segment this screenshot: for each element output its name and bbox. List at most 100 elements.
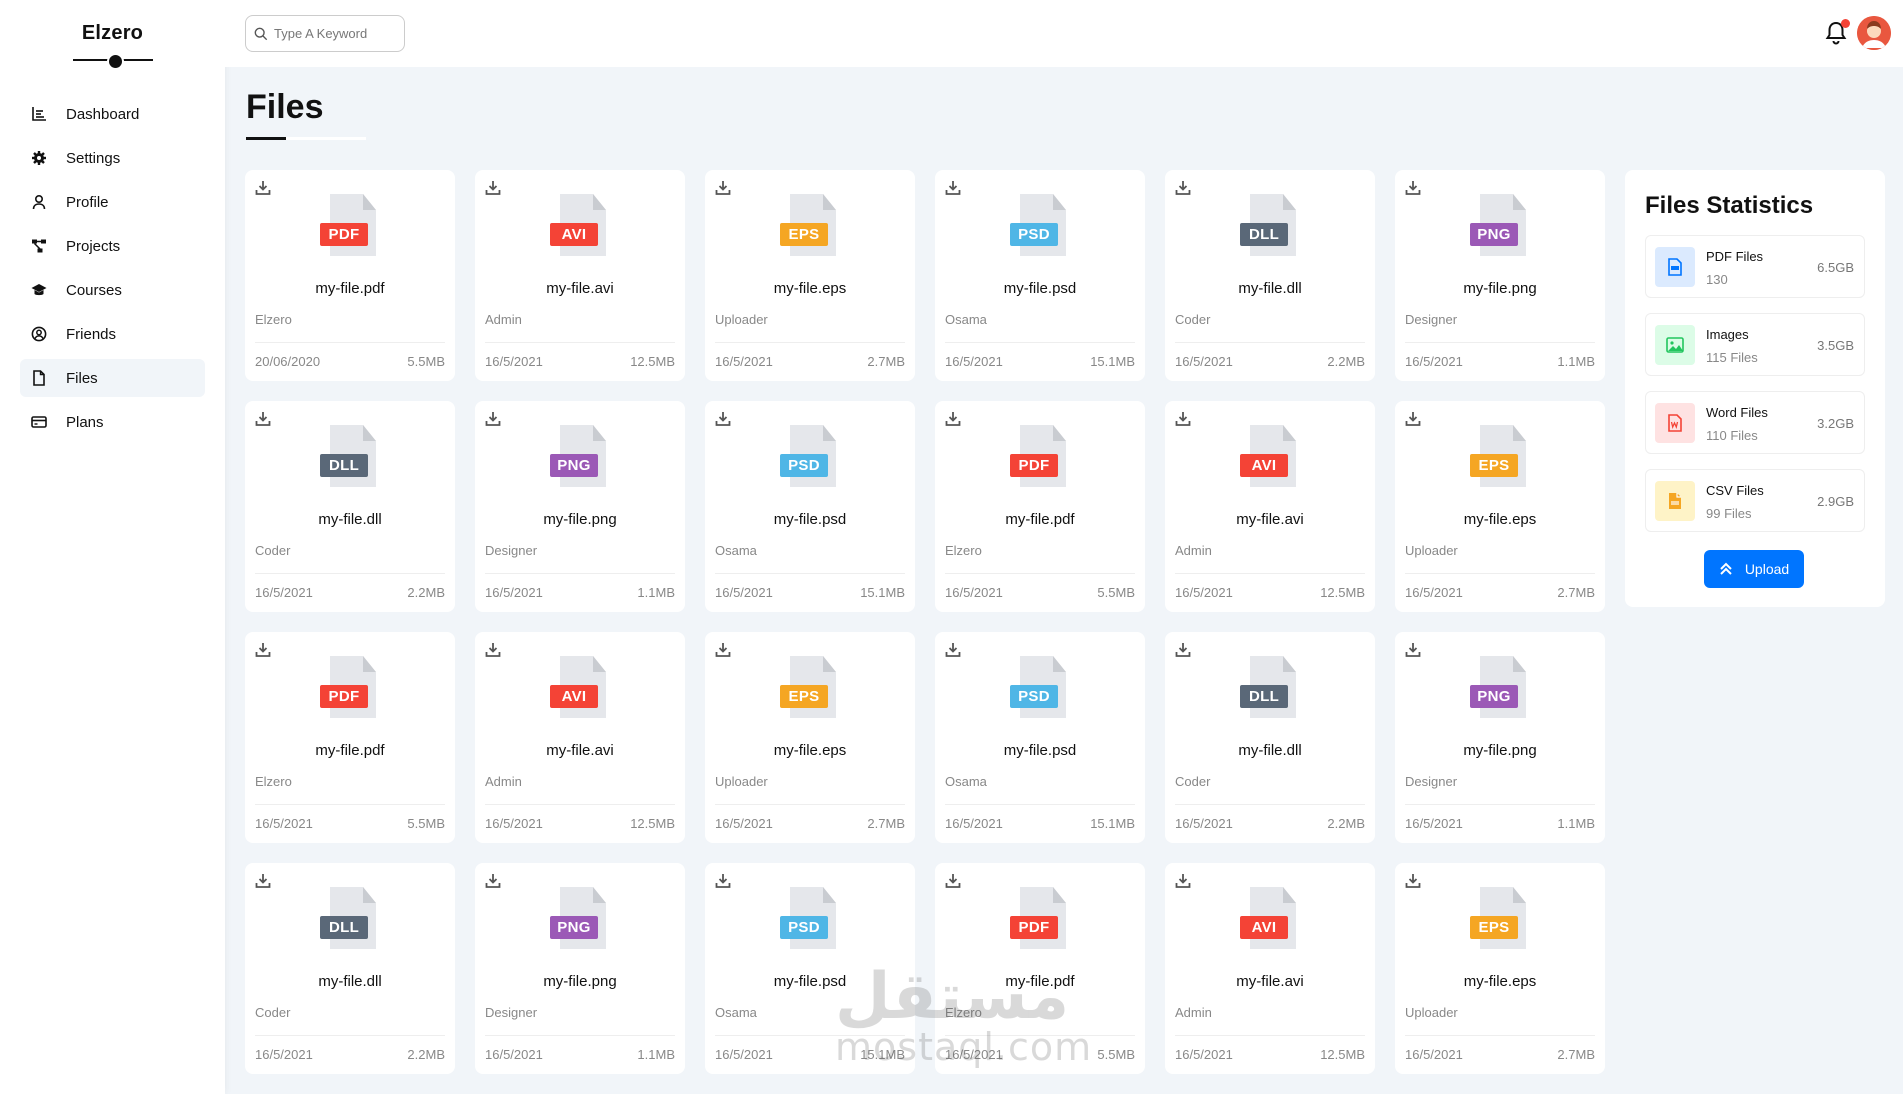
sidebar-item-settings[interactable]: Settings xyxy=(20,139,205,177)
download-icon[interactable] xyxy=(945,180,961,196)
sidebar-item-files[interactable]: Files xyxy=(20,359,205,397)
file-name[interactable]: my-file.pdf xyxy=(245,280,455,297)
file-name[interactable]: my-file.psd xyxy=(935,742,1145,759)
file-card[interactable]: AVI my-file.avi Admin 16/5/2021 12.5MB xyxy=(475,170,685,381)
file-date: 16/5/2021 xyxy=(485,354,543,369)
file-card[interactable]: DLL my-file.dll Coder 16/5/2021 2.2MB xyxy=(1165,170,1375,381)
search-input[interactable] xyxy=(274,26,394,41)
page-title: Files xyxy=(246,88,324,126)
file-date: 16/5/2021 xyxy=(1175,585,1233,600)
file-card[interactable]: DLL my-file.dll Coder 16/5/2021 2.2MB xyxy=(1165,632,1375,843)
download-icon[interactable] xyxy=(1405,180,1421,196)
file-name[interactable]: my-file.psd xyxy=(935,280,1145,297)
download-icon[interactable] xyxy=(1175,873,1191,889)
download-icon[interactable] xyxy=(1175,411,1191,427)
file-name[interactable]: my-file.psd xyxy=(705,973,915,990)
download-icon[interactable] xyxy=(715,411,731,427)
file-card[interactable]: EPS my-file.eps Uploader 16/5/2021 2.7MB xyxy=(705,170,915,381)
file-card[interactable]: PSD my-file.psd Osama 16/5/2021 15.1MB xyxy=(705,401,915,612)
file-card[interactable]: PNG my-file.png Designer 16/5/2021 1.1MB xyxy=(1395,632,1605,843)
file-name[interactable]: my-file.dll xyxy=(1165,280,1375,297)
download-icon[interactable] xyxy=(1175,642,1191,658)
file-name[interactable]: my-file.pdf xyxy=(245,742,455,759)
file-card[interactable]: AVI my-file.avi Admin 16/5/2021 12.5MB xyxy=(1165,863,1375,1074)
file-card[interactable]: PSD my-file.psd Osama 16/5/2021 15.1MB xyxy=(935,632,1145,843)
file-card[interactable]: AVI my-file.avi Admin 16/5/2021 12.5MB xyxy=(475,632,685,843)
file-card[interactable]: AVI my-file.avi Admin 16/5/2021 12.5MB xyxy=(1165,401,1375,612)
file-name[interactable]: my-file.psd xyxy=(705,511,915,528)
download-icon[interactable] xyxy=(945,642,961,658)
file-name[interactable]: my-file.avi xyxy=(475,742,685,759)
sidebar-item-label: Courses xyxy=(66,281,122,299)
file-name[interactable]: my-file.png xyxy=(1395,280,1605,297)
file-size: 15.1MB xyxy=(1090,816,1135,831)
file-card[interactable]: PSD my-file.psd Osama 16/5/2021 15.1MB xyxy=(705,863,915,1074)
file-card[interactable]: PDF my-file.pdf Elzero 16/5/2021 5.5MB xyxy=(935,401,1145,612)
download-icon[interactable] xyxy=(715,873,731,889)
download-icon[interactable] xyxy=(485,873,501,889)
file-card[interactable]: PDF my-file.pdf Elzero 20/06/2020 5.5MB xyxy=(245,170,455,381)
file-name[interactable]: my-file.pdf xyxy=(935,973,1145,990)
stat-item[interactable]: PDF Files 130 6.5GB xyxy=(1645,235,1865,298)
file-name[interactable]: my-file.png xyxy=(475,973,685,990)
download-icon[interactable] xyxy=(715,642,731,658)
download-icon[interactable] xyxy=(255,180,271,196)
download-icon[interactable] xyxy=(945,873,961,889)
download-icon[interactable] xyxy=(945,411,961,427)
file-name[interactable]: my-file.eps xyxy=(1395,973,1605,990)
file-card[interactable]: DLL my-file.dll Coder 16/5/2021 2.2MB xyxy=(245,863,455,1074)
download-icon[interactable] xyxy=(1405,873,1421,889)
file-card[interactable]: PNG my-file.png Designer 16/5/2021 1.1MB xyxy=(1395,170,1605,381)
file-name[interactable]: my-file.avi xyxy=(475,280,685,297)
file-name[interactable]: my-file.eps xyxy=(1395,511,1605,528)
file-card[interactable]: EPS my-file.eps Uploader 16/5/2021 2.7MB xyxy=(705,632,915,843)
file-card[interactable]: PDF my-file.pdf Elzero 16/5/2021 5.5MB xyxy=(935,863,1145,1074)
file-card[interactable]: PNG my-file.png Designer 16/5/2021 1.1MB xyxy=(475,401,685,612)
file-size: 15.1MB xyxy=(1090,354,1135,369)
download-icon[interactable] xyxy=(1405,411,1421,427)
eps-file-icon: EPS xyxy=(1470,425,1534,489)
file-name[interactable]: my-file.eps xyxy=(705,742,915,759)
search-box[interactable] xyxy=(245,15,405,52)
sidebar-item-plans[interactable]: Plans xyxy=(20,403,205,441)
sidebar-item-profile[interactable]: Profile xyxy=(20,183,205,221)
download-icon[interactable] xyxy=(1405,642,1421,658)
download-icon[interactable] xyxy=(255,642,271,658)
download-icon[interactable] xyxy=(715,180,731,196)
sidebar-item-dashboard[interactable]: Dashboard xyxy=(20,95,205,133)
download-icon[interactable] xyxy=(255,411,271,427)
download-icon[interactable] xyxy=(255,873,271,889)
stat-item[interactable]: Word Files 110 Files 3.2GB xyxy=(1645,391,1865,454)
sidebar-item-friends[interactable]: Friends xyxy=(20,315,205,353)
file-name[interactable]: my-file.dll xyxy=(245,973,455,990)
file-card[interactable]: PDF my-file.pdf Elzero 16/5/2021 5.5MB xyxy=(245,632,455,843)
file-name[interactable]: my-file.avi xyxy=(1165,511,1375,528)
file-card[interactable]: DLL my-file.dll Coder 16/5/2021 2.2MB xyxy=(245,401,455,612)
file-name[interactable]: my-file.eps xyxy=(705,280,915,297)
file-type-tag: DLL xyxy=(320,916,368,939)
file-card[interactable]: EPS my-file.eps Uploader 16/5/2021 2.7MB xyxy=(1395,401,1605,612)
download-icon[interactable] xyxy=(485,411,501,427)
stat-item[interactable]: CSV Files 99 Files 2.9GB xyxy=(1645,469,1865,532)
file-name[interactable]: my-file.png xyxy=(475,511,685,528)
top-header xyxy=(225,0,1903,67)
download-icon[interactable] xyxy=(1175,180,1191,196)
file-card[interactable]: PNG my-file.png Designer 16/5/2021 1.1MB xyxy=(475,863,685,1074)
stat-item[interactable]: Images 115 Files 3.5GB xyxy=(1645,313,1865,376)
file-name[interactable]: my-file.png xyxy=(1395,742,1605,759)
notification-bell[interactable] xyxy=(1824,19,1850,46)
file-card[interactable]: PSD my-file.psd Osama 16/5/2021 15.1MB xyxy=(935,170,1145,381)
file-name[interactable]: my-file.avi xyxy=(1165,973,1375,990)
file-name[interactable]: my-file.dll xyxy=(245,511,455,528)
download-icon[interactable] xyxy=(485,180,501,196)
file-card[interactable]: EPS my-file.eps Uploader 16/5/2021 2.7MB xyxy=(1395,863,1605,1074)
download-icon[interactable] xyxy=(485,642,501,658)
file-name[interactable]: my-file.dll xyxy=(1165,742,1375,759)
png-file-icon: PNG xyxy=(550,887,614,951)
avatar[interactable] xyxy=(1857,16,1891,50)
sidebar-item-projects[interactable]: Projects xyxy=(20,227,205,265)
file-name[interactable]: my-file.pdf xyxy=(935,511,1145,528)
files-statistics-panel: Files Statistics PDF Files 130 6.5GB Images… xyxy=(1625,170,1885,607)
sidebar-item-courses[interactable]: Courses xyxy=(20,271,205,309)
upload-button[interactable]: Upload xyxy=(1704,550,1804,588)
